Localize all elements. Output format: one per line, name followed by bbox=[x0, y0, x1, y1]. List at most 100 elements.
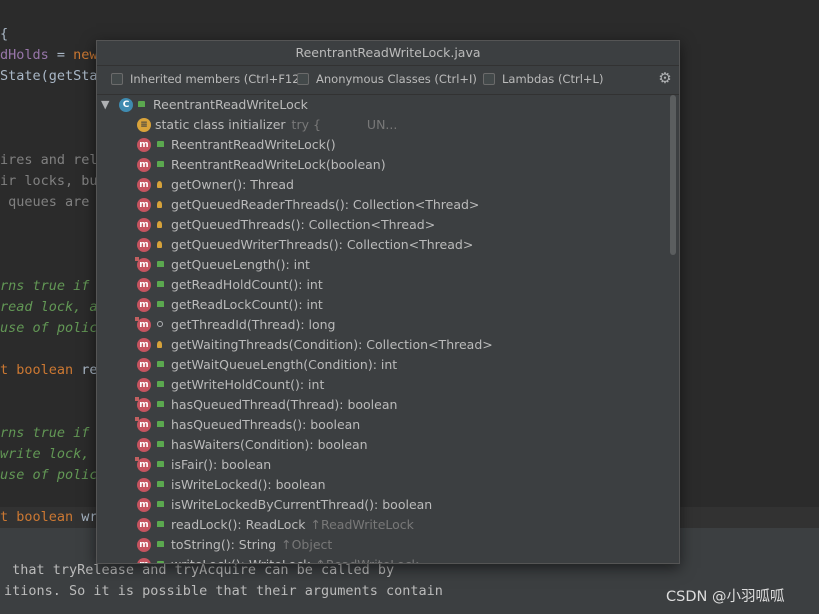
structure-item-label: hasQueuedThread(Thread): boolean bbox=[171, 395, 397, 415]
structure-item[interactable]: m getQueueLength(): int bbox=[97, 255, 667, 275]
code-token: queues are n bbox=[0, 194, 106, 210]
code-token: t boolean bbox=[0, 509, 82, 525]
item-signature: hasWaiters(Condition): boolean bbox=[171, 437, 368, 452]
structure-item[interactable]: m getQueuedWriterThreads(): Collection<Th… bbox=[97, 235, 667, 255]
popup-title: ReentrantReadWriteLock.java bbox=[97, 41, 679, 66]
lambdas-option[interactable]: Lambdas (Ctrl+L) bbox=[483, 72, 603, 86]
method-icon: m bbox=[137, 518, 151, 532]
code-line: t boolean wri bbox=[0, 507, 106, 528]
structure-item[interactable]: m getReadHoldCount(): int bbox=[97, 275, 667, 295]
item-signature: getQueuedThreads(): Collection<Thread> bbox=[171, 217, 436, 232]
structure-item[interactable]: m readLock(): ReadLock ↑ReadWriteLock bbox=[97, 515, 667, 535]
method-icon: m bbox=[137, 178, 151, 192]
anonymous-classes-checkbox[interactable] bbox=[297, 73, 309, 85]
method-icon: m bbox=[137, 138, 151, 152]
override-marker-icon bbox=[135, 457, 139, 461]
method-icon: m bbox=[137, 398, 151, 412]
method-icon: m bbox=[137, 378, 151, 392]
item-signature: ReentrantReadWriteLock() bbox=[171, 137, 336, 152]
initializer-icon: ≡ bbox=[137, 118, 151, 132]
method-icon: m bbox=[137, 218, 151, 232]
public-visibility-icon bbox=[157, 561, 164, 563]
structure-item[interactable]: m hasQueuedThreads(): boolean bbox=[97, 415, 667, 435]
code-token: rns true if t bbox=[0, 425, 106, 441]
structure-item[interactable]: m isWriteLocked(): boolean bbox=[97, 475, 667, 495]
inherited-from-label: ↑ReadWriteLock bbox=[315, 557, 418, 563]
structure-item[interactable]: m isWriteLockedByCurrentThread(): boolean bbox=[97, 495, 667, 515]
structure-item[interactable]: m writeLock(): WriteLock ↑ReadWriteLock bbox=[97, 555, 667, 563]
structure-item[interactable]: m ReentrantReadWriteLock() bbox=[97, 135, 667, 155]
structure-item[interactable]: ≡ static class initializer try {UN... bbox=[97, 115, 667, 135]
structure-item[interactable]: m getWaitQueueLength(Condition): int bbox=[97, 355, 667, 375]
structure-item[interactable]: m getThreadId(Thread): long bbox=[97, 315, 667, 335]
code-line: use of policy bbox=[0, 465, 106, 486]
structure-item[interactable]: m ReentrantReadWriteLock(boolean) bbox=[97, 155, 667, 175]
override-marker-icon bbox=[135, 397, 139, 401]
gear-icon[interactable]: ⚙ bbox=[657, 70, 673, 86]
override-marker-icon bbox=[135, 257, 139, 261]
structure-item[interactable]: m hasQueuedThread(Thread): boolean bbox=[97, 395, 667, 415]
item-signature: static class initializer bbox=[155, 117, 286, 132]
public-visibility-icon bbox=[157, 421, 164, 427]
item-signature: ReentrantReadWriteLock(boolean) bbox=[171, 157, 386, 172]
item-signature: getWaitQueueLength(Condition): int bbox=[171, 357, 398, 372]
structure-item[interactable]: m hasWaiters(Condition): boolean bbox=[97, 435, 667, 455]
structure-item-label: getWaitingThreads(Condition): Collection… bbox=[171, 335, 493, 355]
inherited-from-label: ↑Object bbox=[281, 537, 333, 552]
method-icon: m bbox=[137, 278, 151, 292]
item-signature: getQueuedWriterThreads(): Collection<Thr… bbox=[171, 237, 474, 252]
structure-item-label: hasQueuedThreads(): boolean bbox=[171, 415, 360, 435]
structure-item[interactable]: m getWaitingThreads(Condition): Collectio… bbox=[97, 335, 667, 355]
code-token: t boolean bbox=[0, 362, 82, 378]
structure-tree[interactable]: ▼ C ReentrantReadWriteLock ≡ static class… bbox=[97, 95, 679, 563]
inherited-members-option[interactable]: Inherited members (Ctrl+F12) bbox=[111, 72, 304, 86]
protected-visibility-icon bbox=[157, 181, 162, 188]
item-signature: isWriteLocked(): boolean bbox=[171, 477, 326, 492]
inherited-from-label: ↑ReadWriteLock bbox=[310, 517, 414, 532]
watermark: CSDN @小羽呱呱 bbox=[666, 589, 785, 605]
structure-item-label: ReentrantReadWriteLock(boolean) bbox=[171, 155, 386, 175]
structure-item[interactable]: m getWriteHoldCount(): int bbox=[97, 375, 667, 395]
file-structure-popup[interactable]: ReentrantReadWriteLock.java Inherited me… bbox=[96, 40, 680, 564]
structure-item-label: isWriteLockedByCurrentThread(): boolean bbox=[171, 495, 432, 515]
code-token: read lock, an bbox=[0, 299, 106, 315]
code-token: State(getStat bbox=[0, 68, 106, 84]
structure-item[interactable]: m isFair(): boolean bbox=[97, 455, 667, 475]
public-visibility-icon bbox=[157, 261, 164, 267]
method-icon: m bbox=[137, 418, 151, 432]
item-signature: getQueueLength(): int bbox=[171, 257, 310, 272]
item-signature: toString(): String bbox=[171, 537, 277, 552]
method-icon: m bbox=[137, 338, 151, 352]
item-signature: isFair(): boolean bbox=[171, 457, 272, 472]
structure-item[interactable]: m getReadLockCount(): int bbox=[97, 295, 667, 315]
code-line: rns true if t bbox=[0, 423, 106, 444]
structure-item[interactable]: m getQueuedThreads(): Collection<Thread> bbox=[97, 215, 667, 235]
structure-item[interactable]: m getOwner(): Thread bbox=[97, 175, 667, 195]
structure-item-label: hasWaiters(Condition): boolean bbox=[171, 435, 368, 455]
lambdas-checkbox[interactable] bbox=[483, 73, 495, 85]
class-icon: C bbox=[119, 98, 133, 112]
public-visibility-icon bbox=[157, 541, 164, 547]
tree-root-class[interactable]: ▼ C ReentrantReadWriteLock bbox=[97, 95, 667, 115]
item-signature: writeLock(): WriteLock bbox=[171, 557, 310, 563]
code-token: { bbox=[0, 26, 9, 42]
code-line: dHolds = new bbox=[0, 45, 98, 66]
method-icon: m bbox=[137, 238, 151, 252]
anonymous-classes-option[interactable]: Anonymous Classes (Ctrl+I) bbox=[297, 72, 477, 86]
inherited-members-checkbox[interactable] bbox=[111, 73, 123, 85]
protected-visibility-icon bbox=[157, 201, 162, 208]
expand-arrow-icon[interactable]: ▼ bbox=[101, 95, 109, 115]
structure-item[interactable]: m getQueuedReaderThreads(): Collection<Th… bbox=[97, 195, 667, 215]
structure-item-label: readLock(): ReadLock ↑ReadWriteLock bbox=[171, 515, 414, 535]
protected-visibility-icon bbox=[157, 221, 162, 228]
code-token: dHolds bbox=[0, 47, 49, 63]
scrollbar-thumb[interactable] bbox=[670, 95, 676, 255]
item-signature: hasQueuedThread(Thread): boolean bbox=[171, 397, 398, 412]
structure-item[interactable]: m toString(): String ↑Object bbox=[97, 535, 667, 555]
method-icon: m bbox=[137, 438, 151, 452]
structure-item-label: getQueuedWriterThreads(): Collection<Thr… bbox=[171, 235, 473, 255]
doc-text-line: itions. So it is possible that their arg… bbox=[4, 583, 443, 599]
method-icon: m bbox=[137, 498, 151, 512]
item-hint: UN... bbox=[366, 117, 398, 132]
public-visibility-icon bbox=[157, 481, 164, 487]
